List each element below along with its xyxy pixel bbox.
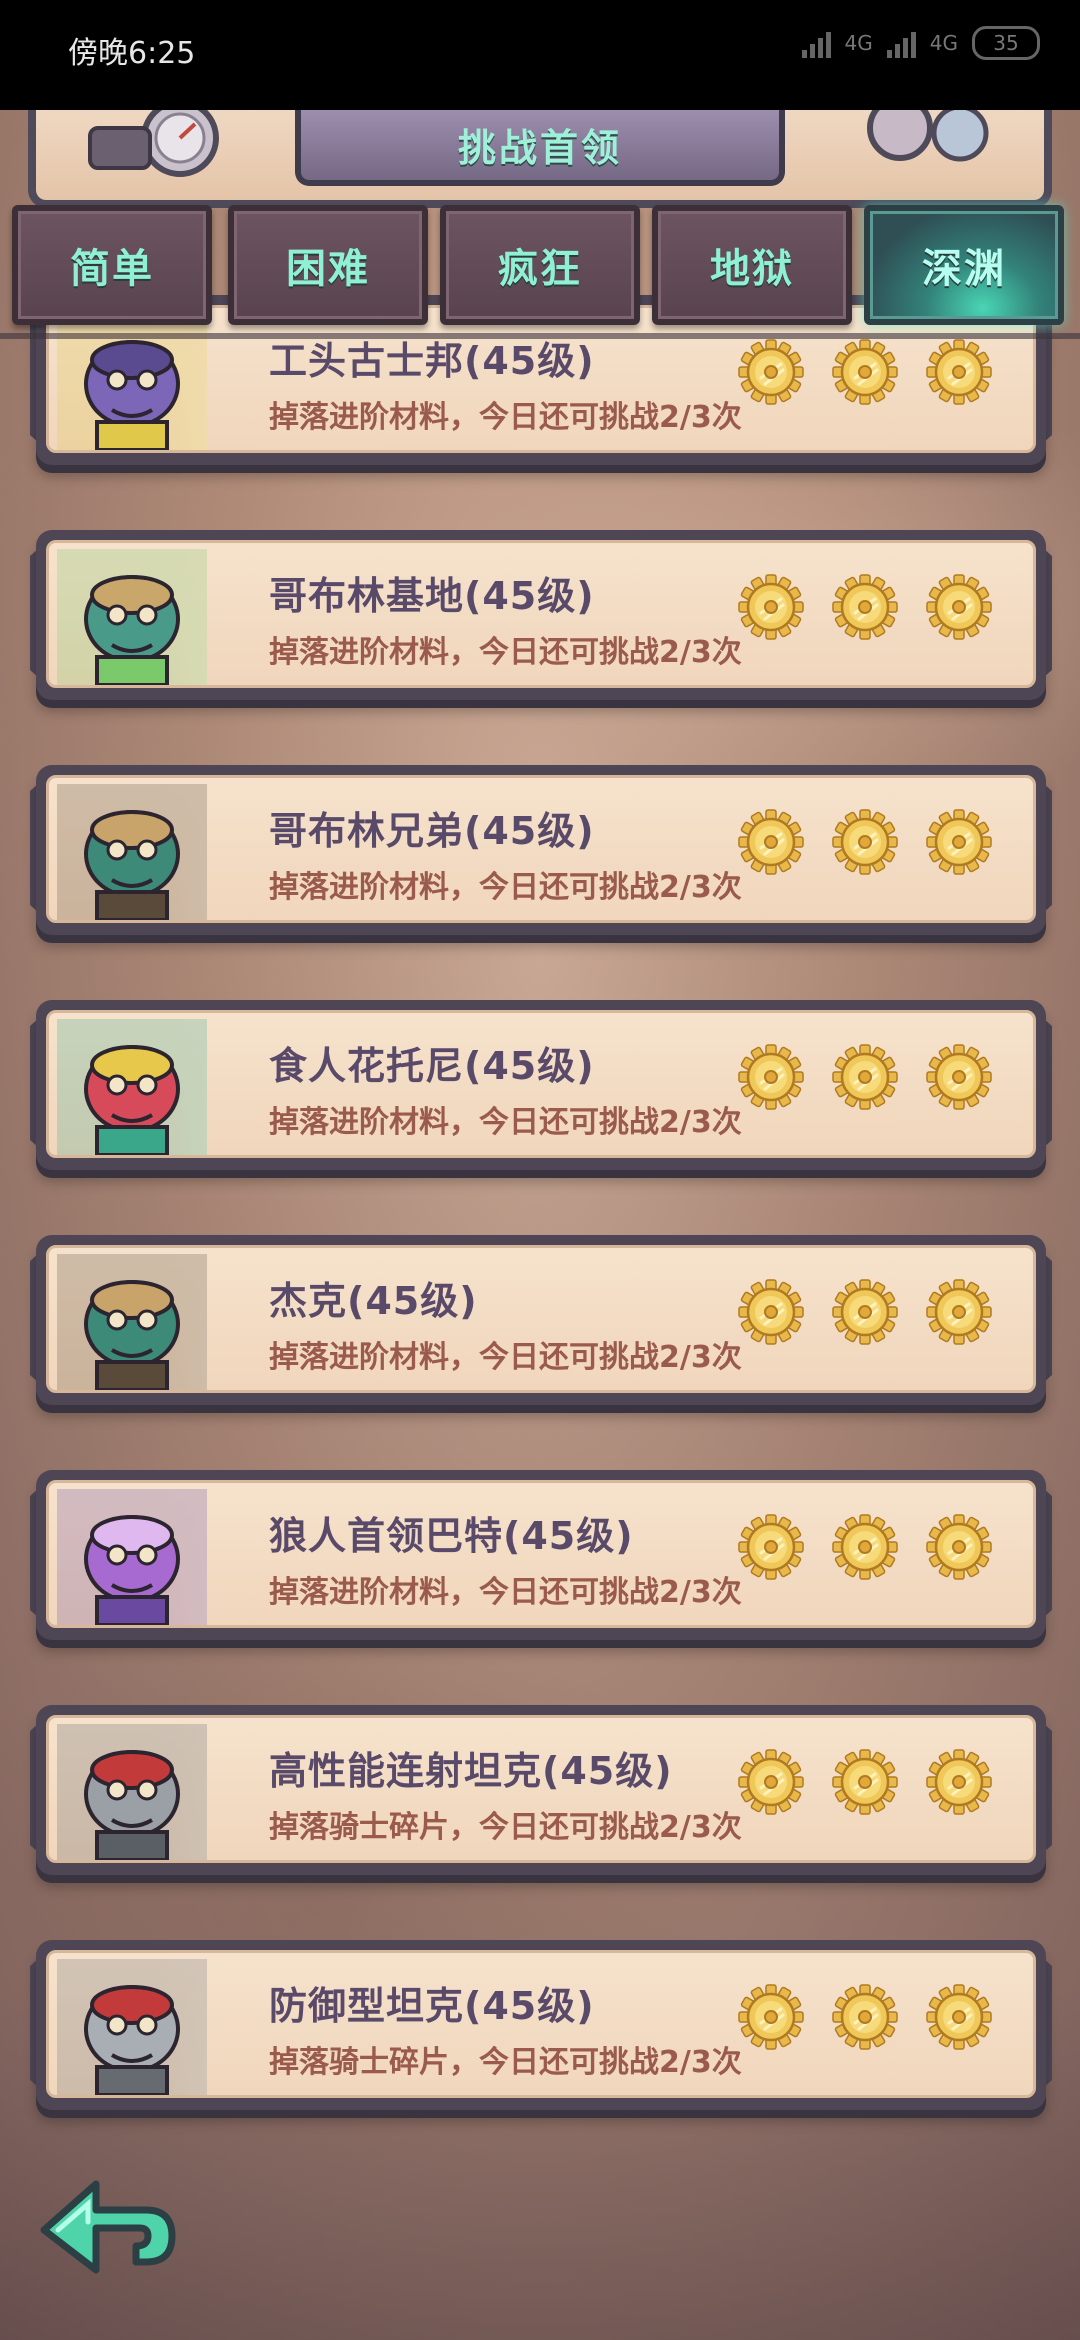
gold-gear-icon	[926, 809, 992, 875]
boss-card[interactable]: 杰克(45级) 掉落进阶材料，今日还可挑战2/3次	[36, 1235, 1046, 1405]
boss-card-inner: 工头古士邦(45级) 掉落进阶材料，今日还可挑战2/3次	[46, 305, 1036, 453]
gold-gear-icon	[738, 1044, 804, 1110]
boss-description: 掉落进阶材料，今日还可挑战2/3次	[269, 1575, 742, 1610]
star-rating	[737, 1513, 993, 1581]
gold-gear-icon	[738, 809, 804, 875]
signal-icon	[801, 28, 831, 58]
boss-description: 掉落进阶材料，今日还可挑战2/3次	[269, 400, 742, 435]
gold-gear-icon	[832, 1749, 898, 1815]
star-rating	[737, 338, 993, 406]
battery-icon: 35	[972, 26, 1040, 60]
boss-card[interactable]: 食人花托尼(45级) 掉落进阶材料，今日还可挑战2/3次	[36, 1000, 1046, 1170]
gold-gear-icon	[926, 1044, 992, 1110]
gold-gear-icon	[926, 1279, 992, 1345]
star-rating	[737, 573, 993, 641]
goblin-base-icon	[57, 549, 207, 685]
boss-name: 哥布林兄弟(45级)	[269, 809, 595, 853]
star-rating	[737, 1043, 993, 1111]
signal-icon-2	[886, 28, 916, 58]
boss-name: 高性能连射坦克(45级)	[269, 1749, 673, 1793]
jack-goblin-icon	[57, 1254, 207, 1390]
boss-name: 食人花托尼(45级)	[269, 1044, 595, 1088]
gold-gear-icon	[926, 339, 992, 405]
gold-gear-icon	[926, 574, 992, 640]
gold-gear-icon	[832, 1984, 898, 2050]
tab-label: 疯狂	[498, 246, 582, 292]
goblin-brothers-icon	[57, 784, 207, 920]
tab-label: 地狱	[710, 246, 794, 292]
tab-abyss[interactable]: 深渊	[864, 205, 1064, 325]
rapid-fire-tank-icon	[57, 1724, 207, 1860]
star-rating	[737, 1983, 993, 2051]
gold-gear-icon	[832, 574, 898, 640]
tab-label: 困难	[286, 246, 370, 292]
gold-gear-icon	[738, 1279, 804, 1345]
compass-decoration-icon	[867, 108, 989, 162]
boss-card[interactable]: 防御型坦克(45级) 掉落骑士碎片，今日还可挑战2/3次	[36, 1940, 1046, 2110]
boss-description: 掉落进阶材料，今日还可挑战2/3次	[269, 635, 742, 670]
tab-label: 深渊	[922, 246, 1006, 292]
star-rating	[737, 1278, 993, 1346]
gauge-decoration-icon	[88, 108, 219, 177]
boss-card-inner: 哥布林基地(45级) 掉落进阶材料，今日还可挑战2/3次	[46, 540, 1036, 688]
boss-card[interactable]: 狼人首领巴特(45级) 掉落进阶材料，今日还可挑战2/3次	[36, 1470, 1046, 1640]
status-icons: 4G 4G 35	[801, 26, 1040, 60]
boss-name: 防御型坦克(45级)	[269, 1984, 595, 2028]
boss-card[interactable]: 哥布林基地(45级) 掉落进阶材料，今日还可挑战2/3次	[36, 530, 1046, 700]
boss-description: 掉落骑士碎片，今日还可挑战2/3次	[269, 2045, 742, 2080]
boss-description: 掉落进阶材料，今日还可挑战2/3次	[269, 870, 742, 905]
boss-card-inner: 高性能连射坦克(45级) 掉落骑士碎片，今日还可挑战2/3次	[46, 1715, 1036, 1863]
boss-card-inner: 狼人首领巴特(45级) 掉落进阶材料，今日还可挑战2/3次	[46, 1480, 1036, 1628]
tab-label: 简单	[70, 246, 154, 292]
page-title: 挑战首领	[457, 125, 622, 170]
gold-gear-icon	[832, 1514, 898, 1580]
difficulty-tabs: 简单 困难 疯狂 地狱 深渊	[12, 205, 1072, 327]
maneater-flower-icon	[57, 1019, 207, 1155]
star-rating	[737, 1748, 993, 1816]
boss-name: 狼人首领巴特(45级)	[269, 1514, 634, 1558]
gold-gear-icon	[738, 1749, 804, 1815]
gold-gear-icon	[738, 1984, 804, 2050]
boss-card-inner: 杰克(45级) 掉落进阶材料，今日还可挑战2/3次	[46, 1245, 1036, 1393]
status-bar: 傍晚6:25 4G 4G 35	[0, 0, 1080, 110]
status-time: 傍晚6:25	[68, 36, 196, 71]
boss-card-inner: 食人花托尼(45级) 掉落进阶材料，今日还可挑战2/3次	[46, 1010, 1036, 1158]
boss-card[interactable]: 哥布林兄弟(45级) 掉落进阶材料，今日还可挑战2/3次	[36, 765, 1046, 935]
boss-card-inner: 哥布林兄弟(45级) 掉落进阶材料，今日还可挑战2/3次	[46, 775, 1036, 923]
tabs-divider	[0, 333, 1080, 339]
boss-card[interactable]: 高性能连射坦克(45级) 掉落骑士碎片，今日还可挑战2/3次	[36, 1705, 1046, 1875]
boss-list: 工头古士邦(45级) 掉落进阶材料，今日还可挑战2/3次 哥布林基地(45级) …	[0, 0, 1080, 2340]
gold-gear-icon	[832, 809, 898, 875]
tab-easy[interactable]: 简单	[12, 205, 212, 325]
gold-gear-icon	[832, 1279, 898, 1345]
tab-hard[interactable]: 困难	[228, 205, 428, 325]
boss-description: 掉落骑士碎片，今日还可挑战2/3次	[269, 1810, 742, 1845]
boss-name: 哥布林基地(45级)	[269, 574, 595, 618]
tab-hell[interactable]: 地狱	[652, 205, 852, 325]
gold-gear-icon	[738, 574, 804, 640]
boss-description: 掉落进阶材料，今日还可挑战2/3次	[269, 1105, 742, 1140]
star-rating	[737, 808, 993, 876]
werewolf-leader-icon	[57, 1489, 207, 1625]
gold-gear-icon	[832, 339, 898, 405]
boss-name: 杰克(45级)	[269, 1279, 478, 1323]
network-label-2: 4G	[929, 31, 958, 55]
gold-gear-icon	[832, 1044, 898, 1110]
gold-gear-icon	[926, 1984, 992, 2050]
boss-card-inner: 防御型坦克(45级) 掉落骑士碎片，今日还可挑战2/3次	[46, 1950, 1036, 2098]
defense-tank-icon	[57, 1959, 207, 2095]
gold-gear-icon	[926, 1749, 992, 1815]
gold-gear-icon	[738, 339, 804, 405]
gold-gear-icon	[738, 1514, 804, 1580]
gold-gear-icon	[926, 1514, 992, 1580]
title-banner: 挑战首领	[295, 108, 785, 186]
boss-description: 掉落进阶材料，今日还可挑战2/3次	[269, 1340, 742, 1375]
tab-crazy[interactable]: 疯狂	[440, 205, 640, 325]
network-label-1: 4G	[844, 31, 873, 55]
